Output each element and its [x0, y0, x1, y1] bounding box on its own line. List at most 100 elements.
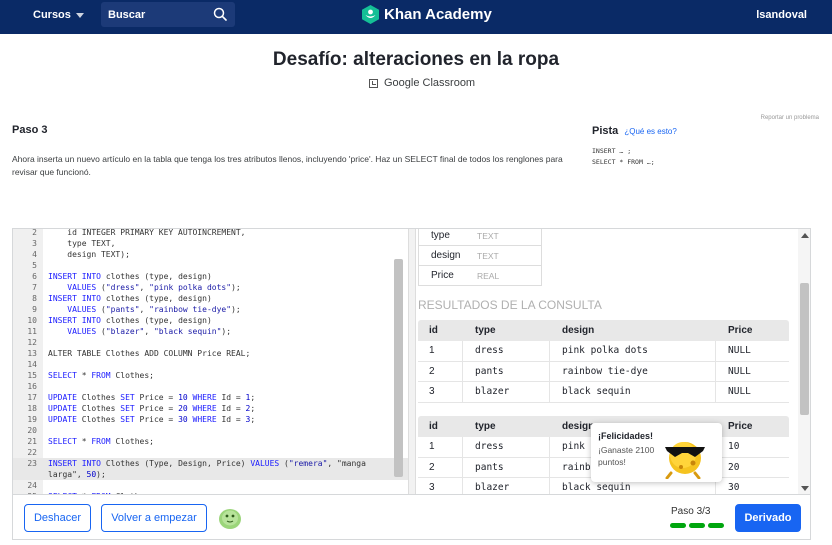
- table-cell: 3: [418, 382, 463, 402]
- search-input[interactable]: [101, 2, 211, 27]
- table-cell: 1: [418, 437, 463, 457]
- google-classroom-link[interactable]: Google Classroom: [369, 77, 475, 89]
- table-cell: 20: [728, 461, 740, 473]
- table-cell: black sequin: [550, 382, 716, 402]
- code-text[interactable]: larga", 50);: [48, 469, 106, 480]
- code-line[interactable]: larga", 50);: [13, 469, 408, 480]
- code-line[interactable]: 3 type TEXT,: [13, 238, 408, 249]
- code-line[interactable]: 14: [13, 359, 408, 370]
- search-box[interactable]: [101, 2, 235, 27]
- column-header: id: [429, 325, 438, 336]
- code-text[interactable]: UPDATE Clothes SET Price = 30 WHERE Id =…: [48, 414, 255, 425]
- table-cell: 1: [418, 341, 463, 361]
- code-line[interactable]: 17 UPDATE Clothes SET Price = 10 WHERE Id…: [13, 392, 408, 403]
- schema-column-type: TEXT: [477, 250, 499, 261]
- code-line[interactable]: 13 ALTER TABLE Clothes ADD COLUMN Price R…: [13, 348, 408, 359]
- code-text[interactable]: type TEXT,: [48, 238, 115, 249]
- restart-button[interactable]: Volver a empezar: [101, 504, 207, 532]
- step-progress-bar: [670, 523, 724, 528]
- table-cell: dress: [463, 341, 550, 361]
- schema-row: Price REAL: [419, 265, 541, 285]
- code-text[interactable]: VALUES ("dress", "pink polka dots");: [48, 282, 240, 293]
- code-text[interactable]: design TEXT);: [48, 249, 130, 260]
- line-number: 6: [32, 272, 37, 281]
- google-classroom-icon: [369, 78, 378, 88]
- undo-button[interactable]: Deshacer: [24, 504, 91, 532]
- code-line[interactable]: 5: [13, 260, 408, 271]
- line-number: 24: [27, 481, 37, 490]
- code-line[interactable]: 20: [13, 425, 408, 436]
- code-text[interactable]: INSERT INTO clothes (type, design): [48, 271, 212, 282]
- code-text[interactable]: UPDATE Clothes SET Price = 20 WHERE Id =…: [48, 403, 255, 414]
- report-problem-link[interactable]: Reportar un problema: [761, 115, 819, 121]
- code-line[interactable]: 15 SELECT * FROM Clothes;: [13, 370, 408, 381]
- code-text[interactable]: SELECT * FROM Clothes;: [48, 370, 154, 381]
- editor-scrollbar[interactable]: [394, 259, 403, 477]
- schema-column-name: design: [431, 250, 461, 261]
- code-line[interactable]: 6 INSERT INTO clothes (type, design): [13, 271, 408, 282]
- code-line[interactable]: 19 UPDATE Clothes SET Price = 30 WHERE Id…: [13, 414, 408, 425]
- khan-academy-hexagon-icon: [362, 5, 379, 24]
- code-text[interactable]: INSERT INTO clothes (type, design): [48, 293, 212, 304]
- hint-label: Pista: [592, 125, 619, 137]
- code-line[interactable]: 11 VALUES ("blazer", "black sequin");: [13, 326, 408, 337]
- code-line[interactable]: 7 VALUES ("dress", "pink polka dots");: [13, 282, 408, 293]
- line-number: 8: [32, 294, 37, 303]
- courses-menu-label: Cursos: [33, 9, 71, 21]
- code-line[interactable]: 23 INSERT INTO Clothes (Type, Design, Pri…: [13, 458, 408, 469]
- table-cell: rainbow tie-dye: [550, 361, 716, 381]
- code-line[interactable]: 10 INSERT INTO clothes (type, design): [13, 315, 408, 326]
- code-text[interactable]: VALUES ("blazer", "black sequin");: [48, 326, 231, 337]
- step-instructions: Ahora inserta un nuevo artículo en la ta…: [12, 154, 563, 177]
- next-button[interactable]: Derivado: [735, 504, 801, 532]
- code-line[interactable]: 9 VALUES ("pants", "rainbow tie-dye");: [13, 304, 408, 315]
- table-cell: pants: [463, 457, 550, 477]
- results-scroll-thumb[interactable]: [800, 283, 809, 415]
- code-line[interactable]: 8 INSERT INTO clothes (type, design): [13, 293, 408, 304]
- avatar-icon[interactable]: [217, 506, 243, 530]
- hint-help-link[interactable]: ¿Qué es esto?: [624, 127, 676, 136]
- code-text[interactable]: INSERT INTO clothes (type, design): [48, 315, 212, 326]
- code-line[interactable]: 22: [13, 447, 408, 458]
- schema-column-type: TEXT: [477, 230, 499, 241]
- scroll-up-icon[interactable]: [801, 233, 809, 238]
- brand-name: Khan Academy: [384, 6, 492, 23]
- courses-menu-button[interactable]: Cursos: [33, 9, 84, 21]
- code-lines[interactable]: 2 id INTEGER PRIMARY KEY AUTOINCREMENT, 3…: [13, 229, 408, 494]
- code-line[interactable]: 12: [13, 337, 408, 348]
- hint-code: INSERT … ; SELECT * FROM …;: [592, 147, 655, 166]
- line-number: 15: [27, 371, 37, 380]
- search-icon[interactable]: [213, 7, 227, 21]
- column-header: id: [429, 421, 438, 432]
- code-line[interactable]: 24: [13, 480, 408, 491]
- code-text[interactable]: VALUES ("pants", "rainbow tie-dye");: [48, 304, 240, 315]
- results-scrollbar[interactable]: [798, 229, 810, 494]
- code-line[interactable]: 2 id INTEGER PRIMARY KEY AUTOINCREMENT,: [13, 229, 408, 238]
- code-text[interactable]: id INTEGER PRIMARY KEY AUTOINCREMENT,: [48, 229, 245, 238]
- code-editor[interactable]: 2 id INTEGER PRIMARY KEY AUTOINCREMENT, 3…: [13, 229, 408, 494]
- footer-bar: Deshacer Volver a empezar Paso 3/3 Deriv…: [12, 495, 811, 540]
- khan-academy-logo[interactable]: Khan Academy: [362, 5, 492, 24]
- scroll-down-icon[interactable]: [801, 486, 809, 491]
- line-number: 13: [27, 349, 37, 358]
- code-line[interactable]: 16: [13, 381, 408, 392]
- code-line[interactable]: 4 design TEXT);: [13, 249, 408, 260]
- result-table-1: id type design Price 1 dress pink polka dots NU…: [418, 320, 789, 403]
- schema-column-type: REAL: [477, 270, 500, 281]
- progress-segment: [708, 523, 724, 528]
- line-number: 3: [32, 239, 37, 248]
- line-number: 4: [32, 250, 37, 259]
- user-menu[interactable]: lsandoval: [756, 9, 807, 21]
- table-cell: 3: [418, 478, 463, 494]
- code-text[interactable]: ALTER TABLE Clothes ADD COLUMN Price REA…: [48, 348, 250, 359]
- sunglasses-avatar-icon: [665, 442, 705, 479]
- code-text[interactable]: INSERT INTO Clothes (Type, Design, Price…: [48, 458, 366, 469]
- code-text[interactable]: SELECT * FROM Clothes;: [48, 436, 154, 447]
- column-header: design: [562, 325, 595, 336]
- code-line[interactable]: 21 SELECT * FROM Clothes;: [13, 436, 408, 447]
- pane-divider[interactable]: [408, 229, 416, 494]
- code-text[interactable]: UPDATE Clothes SET Price = 10 WHERE Id =…: [48, 392, 255, 403]
- step-progress-label: Paso 3/3: [671, 506, 711, 517]
- code-line[interactable]: 18 UPDATE Clothes SET Price = 20 WHERE Id…: [13, 403, 408, 414]
- line-number: 20: [27, 426, 37, 435]
